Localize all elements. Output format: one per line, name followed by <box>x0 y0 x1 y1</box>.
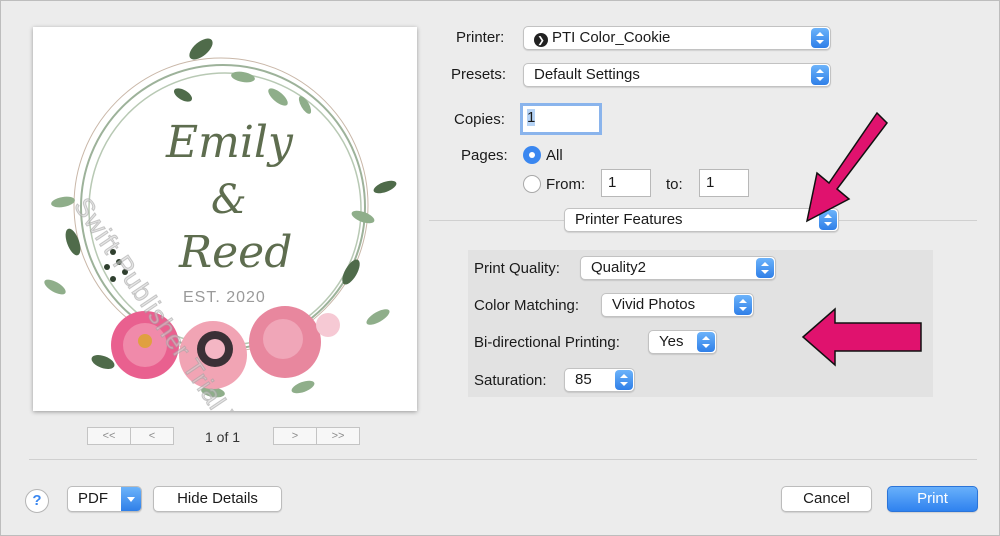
saturation-label: Saturation: <box>474 372 547 389</box>
previous-page-button[interactable]: < <box>130 427 174 445</box>
pages-from-field[interactable]: 1 <box>601 169 651 197</box>
color-matching-value: Vivid Photos <box>612 296 696 313</box>
help-icon: ? <box>32 492 42 509</box>
updown-arrows-icon <box>734 295 752 315</box>
card-ampersand: & <box>211 177 247 223</box>
hide-details-button[interactable]: Hide Details <box>153 486 282 512</box>
copies-field[interactable]: 1 <box>520 103 602 135</box>
next-page-button[interactable]: > <box>273 427 317 445</box>
pdf-label: PDF <box>78 490 108 507</box>
bidirectional-value: Yes <box>659 333 684 350</box>
print-quality-label: Print Quality: <box>474 260 560 277</box>
card-name-1: Emily <box>166 117 293 168</box>
pages-from-label: From: <box>546 176 586 193</box>
annotation-arrow-left-icon <box>801 307 922 367</box>
page-count: 1 of 1 <box>205 429 241 445</box>
bidirectional-popup[interactable]: Yes <box>648 330 717 354</box>
pages-to-label: to: <box>666 176 683 193</box>
updown-arrows-icon <box>811 65 829 85</box>
cancel-button[interactable]: Cancel <box>781 486 872 512</box>
pages-to-field[interactable]: 1 <box>699 169 749 197</box>
updown-arrows-icon <box>756 258 774 278</box>
copies-value: 1 <box>527 109 536 126</box>
updown-arrows-icon <box>697 332 715 352</box>
presets-value: Default Settings <box>534 66 640 83</box>
section-value: Printer Features <box>575 211 683 228</box>
print-button[interactable]: Print <box>887 486 978 512</box>
printer-status-icon: ❯ <box>534 33 548 47</box>
help-button[interactable]: ? <box>25 489 49 513</box>
saturation-value: 85 <box>575 371 592 388</box>
print-preview: Swift Publisher Trial Version Emily & Re… <box>33 27 417 411</box>
color-matching-label: Color Matching: <box>474 297 580 314</box>
color-matching-popup[interactable]: Vivid Photos <box>601 293 754 317</box>
chevron-down-icon <box>121 487 141 511</box>
pages-all-radio[interactable] <box>523 146 541 164</box>
print-dialog: Swift Publisher Trial Version Emily & Re… <box>0 0 1000 536</box>
pages-range-radio[interactable] <box>523 175 541 193</box>
printer-value: PTI Color_Cookie <box>552 29 671 46</box>
printer-label: Printer: <box>456 29 505 46</box>
footer-divider <box>29 459 977 460</box>
saturation-popup[interactable]: 85 <box>564 368 635 392</box>
last-page-button[interactable]: >> <box>316 427 360 445</box>
updown-arrows-icon <box>615 370 633 390</box>
card-established: EST. 2020 <box>183 289 266 306</box>
copies-label: Copies: <box>454 111 505 128</box>
print-quality-value: Quality2 <box>591 259 647 276</box>
bidirectional-label: Bi-directional Printing: <box>474 334 620 351</box>
updown-arrows-icon <box>811 28 829 48</box>
card-name-2: Reed <box>179 227 293 278</box>
annotation-arrow-down-icon <box>805 111 888 223</box>
presets-popup[interactable]: Default Settings <box>523 63 831 87</box>
pages-label: Pages: <box>461 147 508 164</box>
print-quality-popup[interactable]: Quality2 <box>580 256 776 280</box>
pdf-menu-button[interactable]: PDF <box>67 486 142 512</box>
first-page-button[interactable]: << <box>87 427 131 445</box>
printer-popup[interactable]: ❯ PTI Color_Cookie <box>523 26 831 50</box>
pages-all-label: All <box>546 147 563 164</box>
presets-label: Presets: <box>451 66 507 83</box>
